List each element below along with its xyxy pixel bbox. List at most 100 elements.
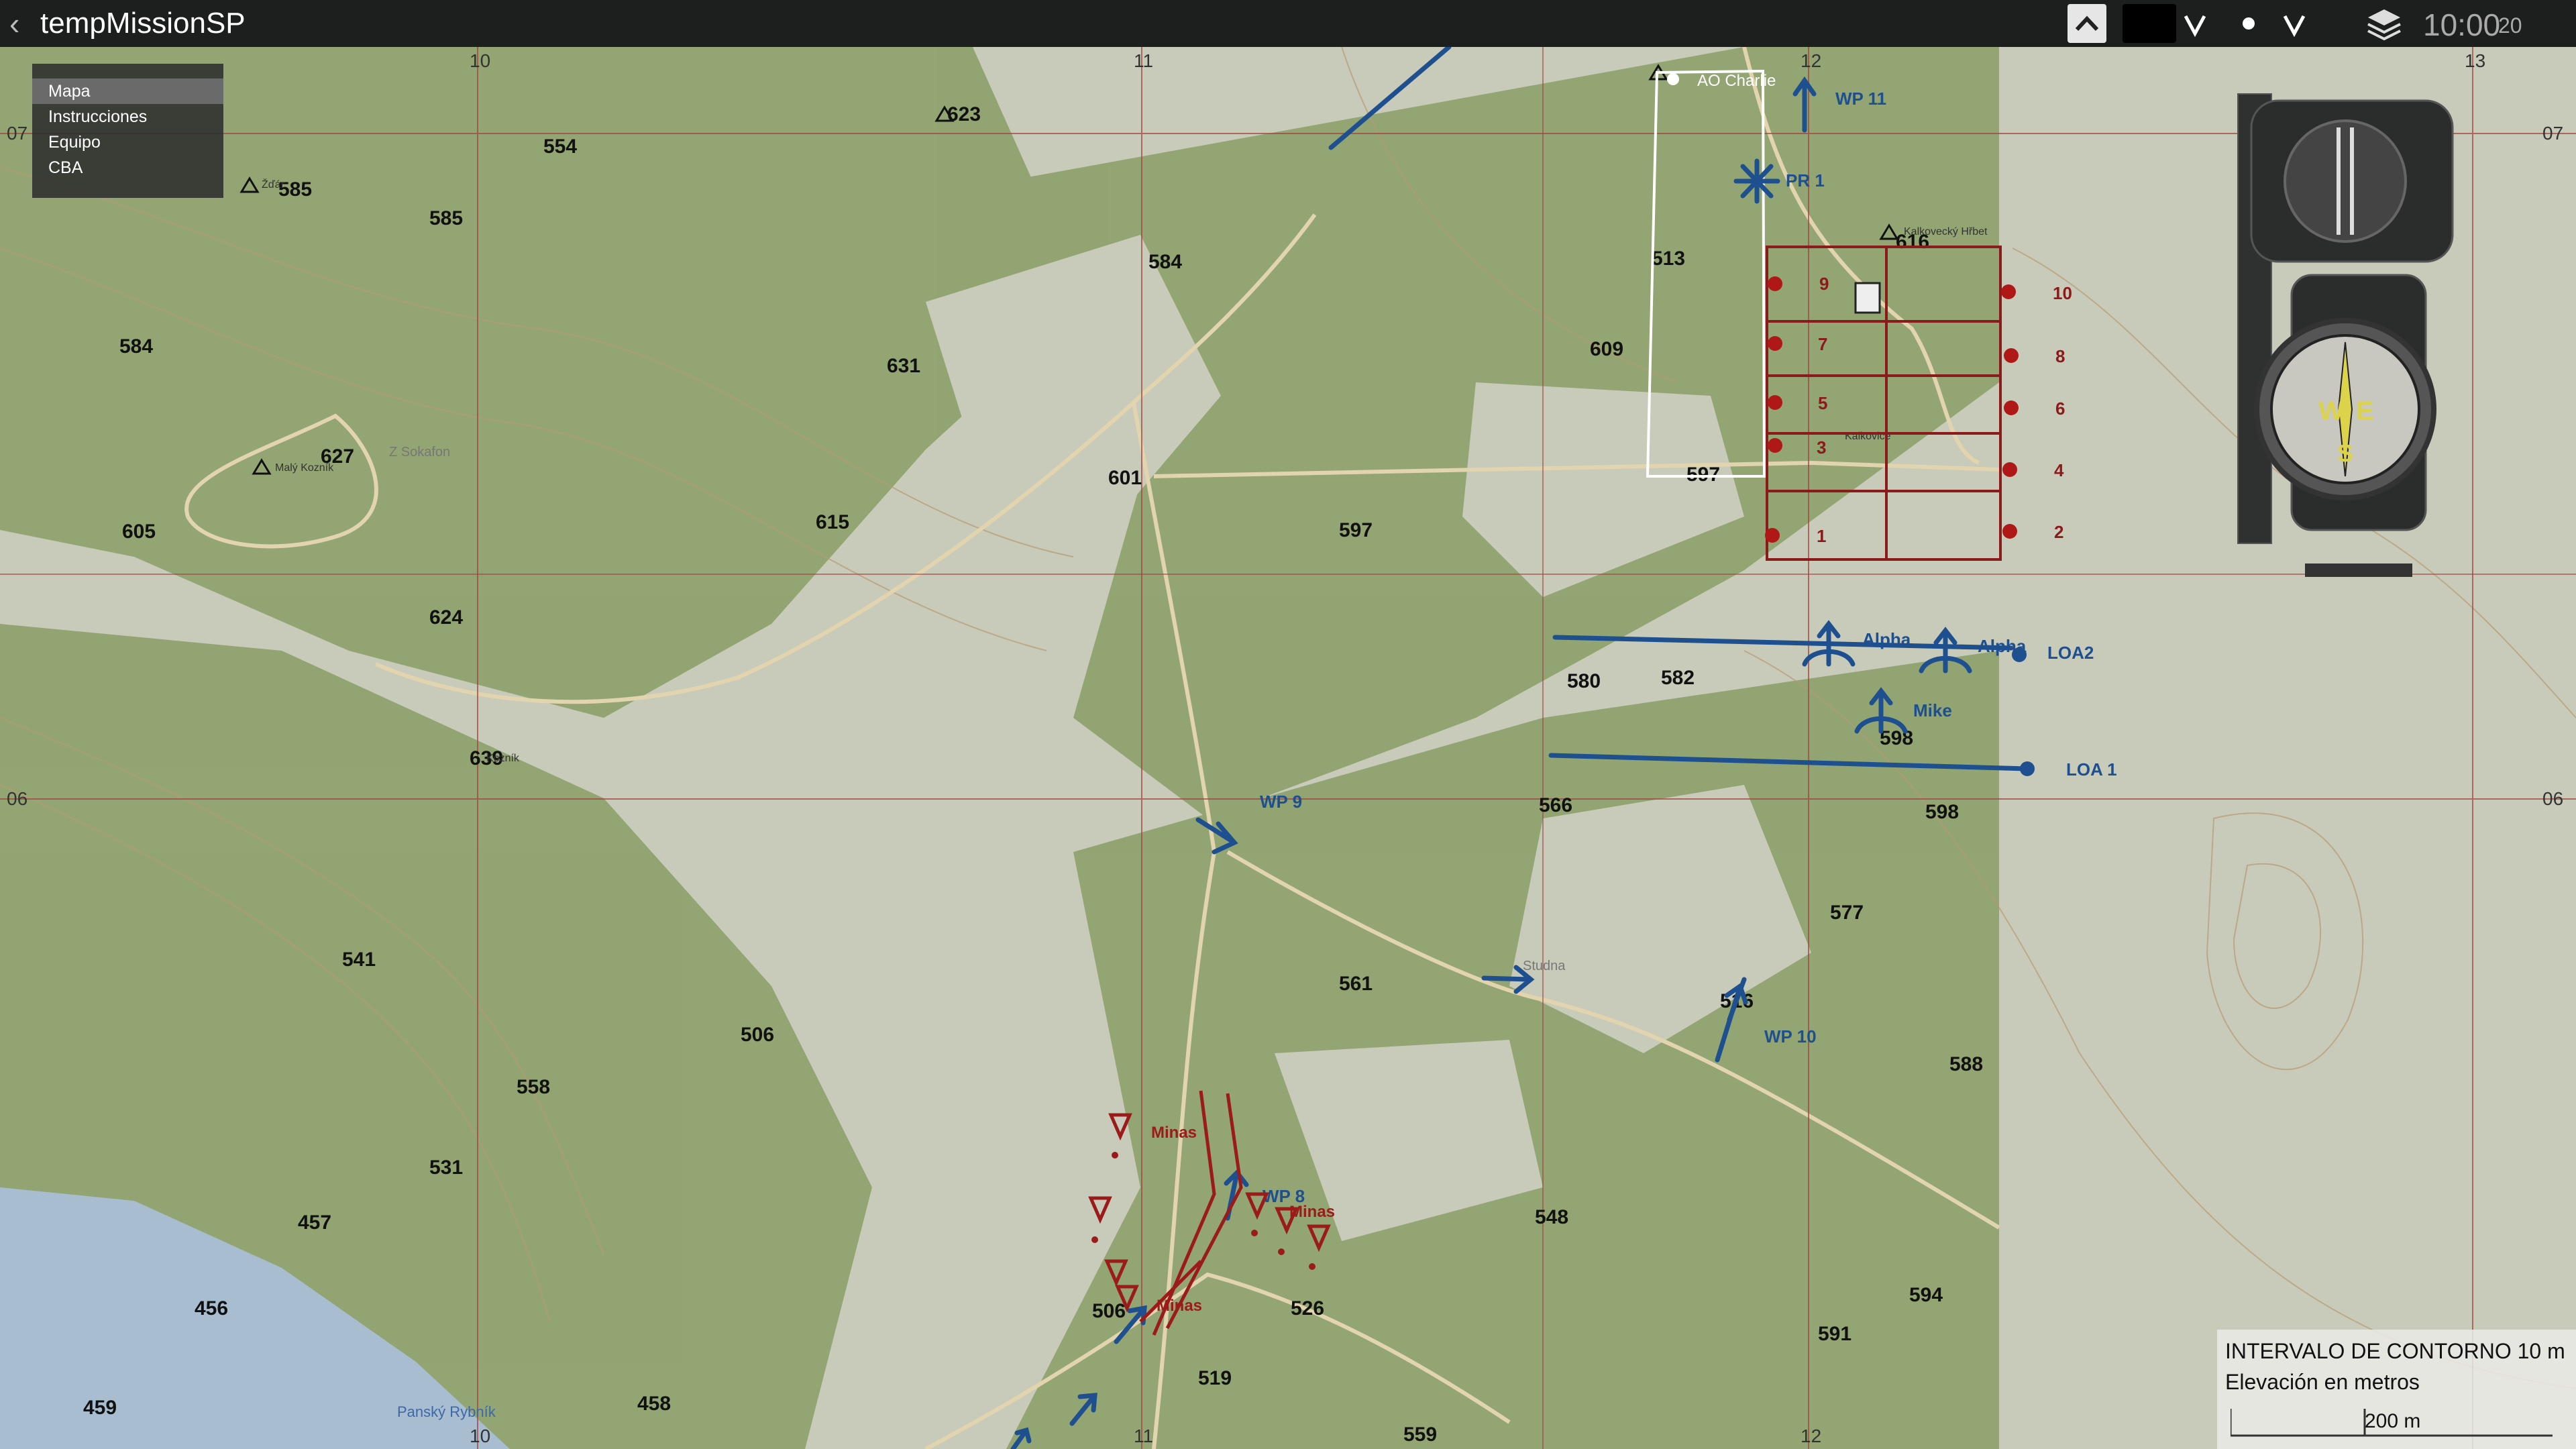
menu-item-instrucciones[interactable]: Instrucciones: [32, 104, 223, 129]
elevation: 591: [1818, 1323, 1851, 1345]
sector-number: 2: [2054, 522, 2063, 542]
elevation: 513: [1652, 248, 1685, 270]
place-label: Panský Rybník: [397, 1403, 496, 1420]
title-bar: ‹ tempMissionSP 10:00 20: [0, 0, 2576, 47]
svg-text:E: E: [2356, 396, 2374, 426]
collapse-toolbar-button[interactable]: [2068, 4, 2106, 43]
menu-item-equipo[interactable]: Equipo: [32, 129, 223, 155]
place-label: Žďár: [262, 178, 285, 191]
elevation: 594: [1909, 1284, 1943, 1306]
grid-label-left: 06: [7, 788, 28, 809]
elevation: 458: [637, 1393, 671, 1415]
elevation: 531: [429, 1157, 463, 1179]
elevation: 559: [1403, 1424, 1437, 1446]
menu-item-mapa[interactable]: Mapa: [32, 78, 223, 104]
marker-color-dropdown[interactable]: [2179, 4, 2211, 43]
clock-seconds: 20: [2498, 13, 2522, 38]
sector-number: 1: [1817, 526, 1826, 546]
elevation: 526: [1291, 1297, 1324, 1320]
grid-label-top: 13: [2465, 50, 2485, 71]
elevation: 584: [119, 335, 153, 358]
vehicle-icon[interactable]: [1854, 282, 1881, 314]
sector-number: 8: [2055, 346, 2065, 366]
sector-number: 9: [1819, 274, 1829, 294]
marker-shape-dropdown[interactable]: [2278, 4, 2310, 43]
mine-label: Minas: [1289, 1203, 1335, 1221]
elevation: 558: [517, 1076, 550, 1098]
chevron-up-icon: [2075, 15, 2099, 32]
elevation: 506: [1092, 1300, 1126, 1322]
grid-label-top: 12: [1801, 50, 1821, 71]
contour-interval-label: INTERVALO DE CONTORNO 10 m: [2225, 1339, 2565, 1363]
elevation: 506: [741, 1024, 774, 1046]
elevation: 561: [1339, 973, 1373, 995]
marker-label: WP 10: [1764, 1026, 1817, 1046]
grid-label-bottom: 12: [1801, 1426, 1821, 1446]
place-label: Malý Kozník: [275, 462, 334, 474]
mine-label: Minas: [1157, 1297, 1202, 1315]
elevation: 598: [1925, 801, 1959, 823]
marker-label: WP 11: [1835, 89, 1886, 109]
elevation: 456: [195, 1297, 228, 1320]
elevation: 588: [1949, 1053, 1983, 1075]
map-menu-panel: Mapa Instrucciones Equipo CBA: [32, 64, 223, 198]
svg-text:W: W: [2318, 396, 2344, 426]
elevation-units-label: Elevación en metros: [2225, 1370, 2420, 1394]
grid-label-top: 11: [1134, 50, 1153, 71]
elevation: 598: [1880, 727, 1913, 749]
mine-label: Minas: [1151, 1124, 1197, 1142]
elevation: 623: [947, 103, 981, 125]
layers-icon: [2367, 9, 2401, 41]
marker-label: LOA2: [2047, 643, 2094, 663]
elevation: 459: [83, 1397, 117, 1419]
grid-label-bottom: 10: [470, 1426, 490, 1446]
elevation: 585: [429, 207, 463, 229]
layers-button[interactable]: [2363, 4, 2406, 43]
dot-icon: [2243, 17, 2255, 30]
elevation: 597: [1686, 464, 1720, 486]
elevation: 548: [1535, 1206, 1568, 1228]
elevation: 541: [342, 949, 376, 971]
sector-number: 6: [2055, 398, 2065, 419]
map-legend: INTERVALO DE CONTORNO 10 m Elevación en …: [2217, 1330, 2576, 1449]
scale-label: 200 m: [2365, 1410, 2421, 1432]
chevron-down-icon: [2283, 15, 2306, 38]
sector-number: 5: [1818, 393, 1827, 413]
marker-label: PR 1: [1786, 170, 1825, 191]
marker-label: Alpha: [1978, 636, 2027, 656]
elevation: 457: [298, 1212, 331, 1234]
elevation: 597: [1339, 519, 1373, 541]
place-label: Z Sokafon: [389, 445, 450, 460]
grid-label-right: 07: [2542, 123, 2563, 144]
elevation: 624: [429, 606, 463, 629]
clock-time: 10:00: [2423, 7, 2501, 42]
elevation: 580: [1567, 670, 1601, 692]
menu-item-cba[interactable]: CBA: [32, 155, 223, 180]
sector-number: 10: [2053, 283, 2072, 303]
place-label: Kalkovecký Hřbet: [1904, 226, 1988, 237]
grid-label-right: 06: [2542, 788, 2563, 809]
ao-charlie-marker-dot[interactable]: [1667, 73, 1679, 85]
compass-tool[interactable]: W E S: [2237, 93, 2454, 577]
grid-label-left: 07: [7, 123, 28, 144]
marker-label: LOA 1: [2066, 759, 2117, 780]
elevation: 609: [1590, 338, 1623, 360]
elevation: 605: [122, 521, 156, 543]
marker-label: Mike: [1913, 700, 1952, 720]
elevation: 582: [1661, 667, 1695, 689]
elevation: 577: [1830, 902, 1864, 924]
grid-label-bottom: 11: [1134, 1426, 1153, 1446]
pr-asterisk-icon: [1733, 158, 1780, 204]
marker-label: Alpha: [1862, 629, 1911, 649]
chevron-down-icon: [2184, 15, 2206, 38]
sector-number: 7: [1818, 334, 1827, 354]
place-label: Studna: [1523, 959, 1566, 973]
back-chevron-icon[interactable]: ‹: [9, 5, 19, 42]
elevation: 554: [543, 136, 577, 158]
marker-color-swatch[interactable]: [2123, 4, 2176, 43]
elevation: 519: [1198, 1367, 1232, 1389]
elevation: 631: [887, 355, 920, 377]
topographic-map[interactable]: 10 11 12 13 10 11 12 07 06 07 06 554 623…: [0, 47, 2576, 1449]
elevation: 584: [1148, 251, 1182, 273]
marker-shape-swatch[interactable]: [2222, 4, 2275, 43]
